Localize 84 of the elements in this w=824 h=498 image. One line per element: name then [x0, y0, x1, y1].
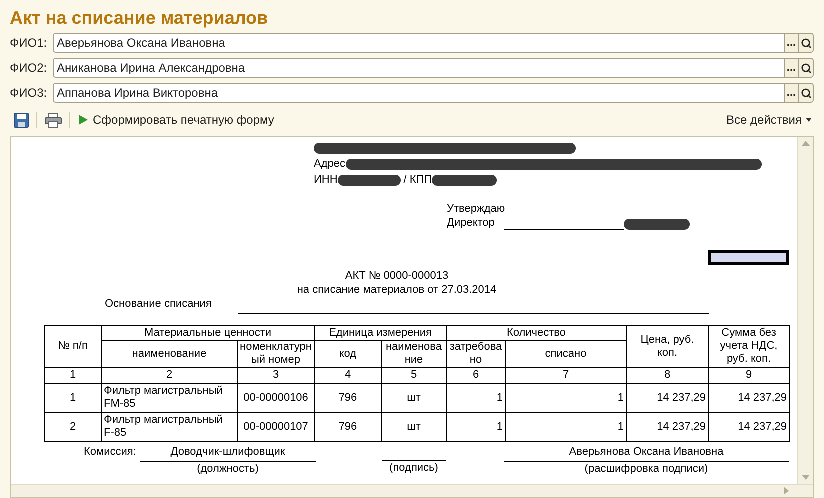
vertical-scrollbar[interactable] — [797, 137, 813, 484]
column-number: 1 — [44, 368, 102, 384]
table-cell: 00-00000107 — [238, 412, 314, 442]
table-cell: 796 — [314, 384, 382, 412]
table-header: номенклатурный номер — [238, 340, 314, 368]
name-field[interactable]: Аверьянова Оксана Ивановна — [53, 33, 785, 53]
address-label: Адрес — [314, 157, 346, 171]
window-title: Акт на списание материалов — [9, 7, 270, 30]
search-icon — [800, 38, 812, 48]
generate-print-form-button[interactable]: Сформировать печатную форму — [76, 111, 278, 129]
field-label: ФИО1: — [10, 35, 48, 52]
search-button[interactable] — [798, 83, 814, 103]
play-icon — [79, 115, 88, 125]
table-cell: 1 — [44, 384, 102, 412]
column-number: 3 — [238, 368, 314, 384]
basis-label: Основание списания — [105, 297, 212, 311]
scroll-up-icon — [802, 141, 810, 146]
search-icon — [800, 62, 812, 74]
column-number: 6 — [446, 368, 506, 384]
table-header: Количество — [446, 326, 626, 340]
director-label: Директор — [447, 216, 495, 230]
table-header: Материальные ценности — [102, 326, 314, 340]
table-header: наименование — [382, 340, 446, 368]
save-button[interactable] — [12, 111, 30, 129]
commission-position: Доводчик-шлифовщик — [140, 445, 316, 462]
column-number: 5 — [382, 368, 446, 384]
table-header: Единица измерения — [314, 326, 446, 340]
column-number: 9 — [708, 368, 790, 384]
print-button[interactable] — [43, 111, 63, 129]
all-actions-button[interactable]: Все действия — [726, 111, 812, 129]
table-cell: 796 — [314, 412, 382, 442]
table-header: код — [314, 340, 382, 368]
column-number: 4 — [314, 368, 382, 384]
column-number: 7 — [506, 368, 626, 384]
table-header: Сумма без учета НДС, руб. коп. — [708, 326, 790, 368]
select-button[interactable]: ... — [785, 58, 798, 78]
approval-label: Утверждаю — [447, 202, 506, 216]
horizontal-scrollbar[interactable] — [11, 484, 813, 497]
redaction-mark — [624, 219, 690, 230]
table-header: № п/п — [44, 326, 102, 368]
search-icon — [800, 88, 812, 98]
table-cell: Фильтр магистральный F-85 — [102, 412, 238, 442]
kpp-label: / КПП — [404, 173, 432, 187]
column-number: 2 — [102, 368, 238, 384]
signature-caption: (расшифровка подписи) — [584, 462, 708, 476]
name-field[interactable]: Аппанова Ирина Викторовна — [53, 83, 785, 103]
signature-caption: (подпись) — [390, 461, 438, 475]
name-field[interactable]: Аниканова Ирина Александровна — [53, 58, 785, 78]
table-header: Цена, руб. коп. — [626, 326, 708, 368]
redaction-mark — [338, 174, 401, 186]
caret-icon — [806, 118, 812, 122]
commission-label: Комиссия: — [84, 445, 138, 460]
scroll-down-icon — [802, 475, 810, 480]
table-cell: шт — [382, 412, 446, 442]
floppy-icon — [14, 112, 28, 128]
search-button[interactable] — [798, 33, 814, 53]
column-number: 8 — [626, 368, 708, 384]
table-cell: 14 237,29 — [708, 412, 790, 442]
table-cell: Фильтр магистральный FM-85 — [102, 384, 238, 412]
printer-icon — [44, 112, 62, 128]
field-label: ФИО2: — [10, 60, 48, 77]
table-cell: шт — [382, 384, 446, 412]
table-cell: 14 237,29 — [626, 412, 708, 442]
commission-member-name: Аверьянова Оксана Ивановна — [504, 445, 789, 462]
scroll-right-icon — [784, 487, 789, 495]
table-cell: 14 237,29 — [626, 384, 708, 412]
act-subtitle: на списание материалов от 27.03.2014 — [297, 283, 497, 297]
redaction-mark — [432, 174, 498, 186]
table-header: наименование — [102, 340, 238, 368]
table-cell: 00-00000106 — [238, 384, 314, 412]
act-number: АКТ № 0000-000013 — [345, 269, 449, 283]
table-cell: 2 — [44, 412, 102, 442]
select-button[interactable]: ... — [785, 83, 798, 103]
table-cell: 1 — [446, 412, 506, 442]
table-cell: 1 — [506, 412, 626, 442]
table-cell: 1 — [506, 384, 626, 412]
inn-label: ИНН — [314, 173, 338, 187]
search-button[interactable] — [798, 58, 814, 78]
table-cell: 1 — [446, 384, 506, 412]
table-header: затребовано — [446, 340, 506, 368]
field-label: ФИО3: — [10, 85, 48, 102]
select-button[interactable]: ... — [785, 33, 798, 53]
table-cell: 14 237,29 — [708, 384, 790, 412]
signature-caption: (должность) — [197, 462, 259, 476]
